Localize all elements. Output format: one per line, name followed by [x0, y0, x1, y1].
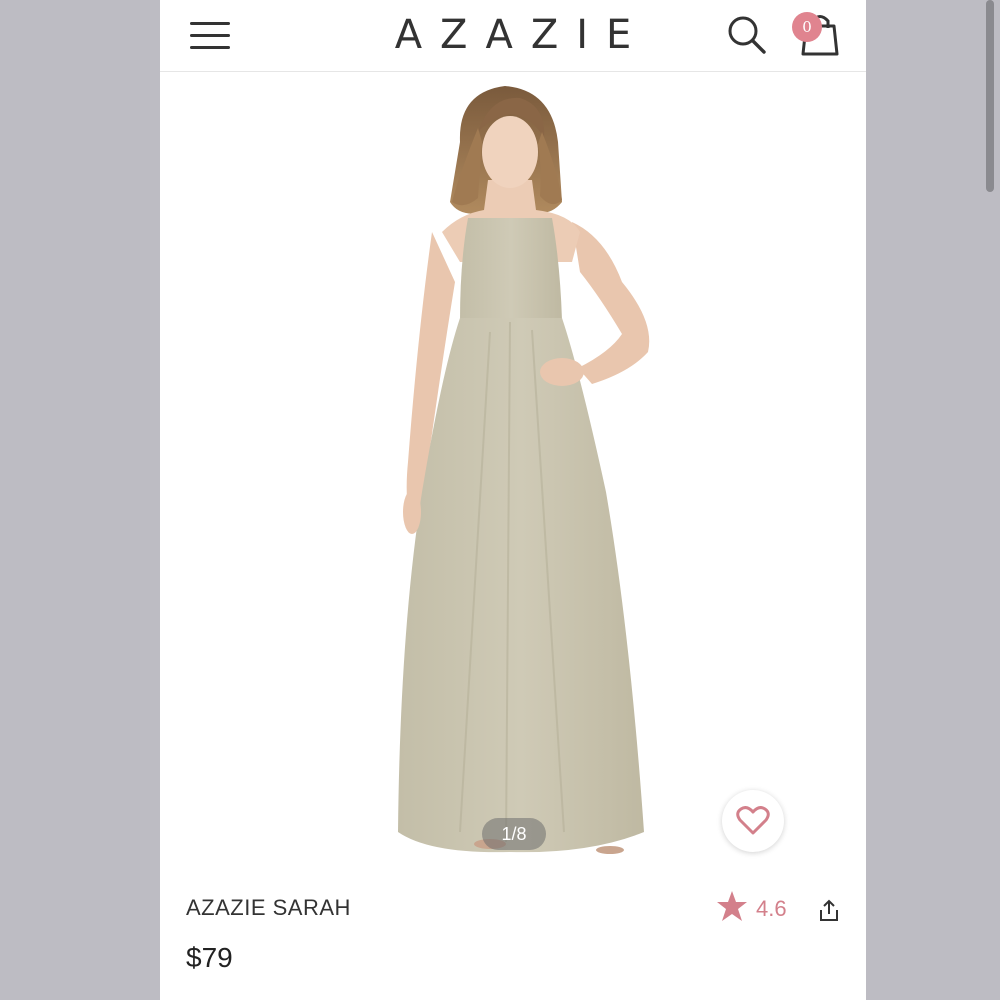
page-scrollbar[interactable]: [986, 0, 994, 192]
heart-icon: [736, 806, 770, 835]
share-icon: [820, 899, 838, 921]
top-nav-bar: AZAZIE 0: [160, 0, 866, 72]
product-photo: [398, 86, 650, 854]
search-button[interactable]: [726, 14, 768, 56]
star-icon: [717, 891, 747, 921]
search-icon: [728, 16, 766, 54]
product-price: $79: [186, 942, 233, 973]
rating-value: 4.6: [756, 896, 787, 921]
cart-button[interactable]: 0: [790, 10, 844, 58]
share-button[interactable]: [816, 898, 842, 924]
cart-count-badge: 0: [792, 12, 822, 42]
product-page: AZAZIE 0 1/8 AZAZIE SARAH $79 4.6: [160, 0, 866, 1000]
wishlist-button[interactable]: [722, 790, 784, 852]
product-image-gallery[interactable]: 1/8: [160, 72, 866, 872]
image-page-counter: 1/8: [482, 818, 546, 850]
product-title: AZAZIE SARAH: [186, 895, 351, 920]
